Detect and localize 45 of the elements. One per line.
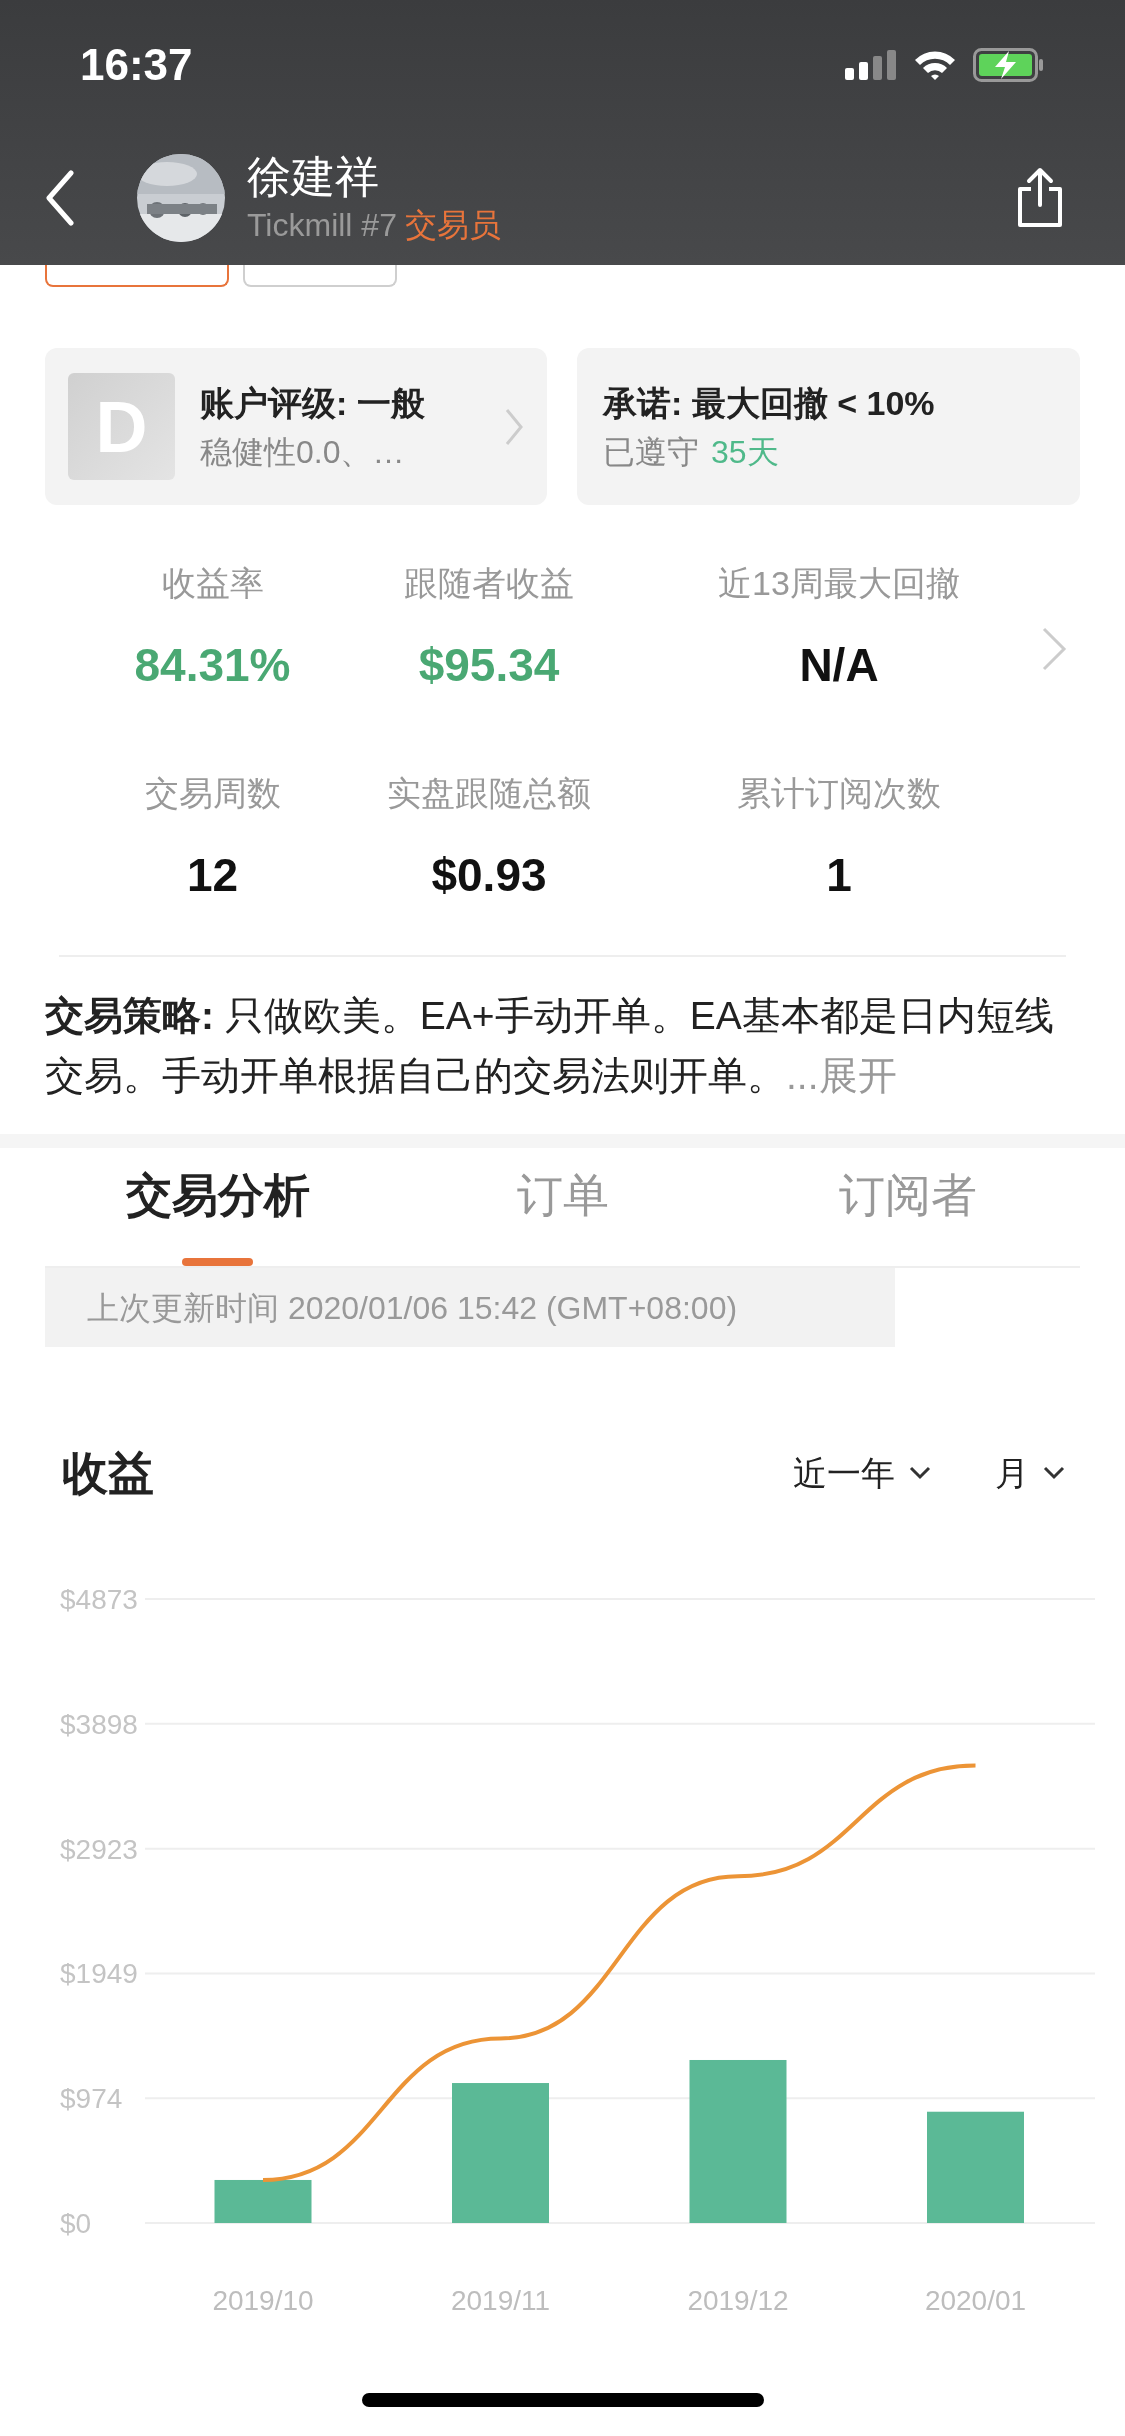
stat-label: 近13周最大回撤 <box>718 563 960 604</box>
chevron-down-icon <box>909 1466 931 1480</box>
stat-label: 收益率 <box>161 563 264 604</box>
axis-label: $3898 <box>60 1708 138 1740</box>
role-label: 交易员 <box>404 205 501 245</box>
rating-title: 账户评级: 一般 <box>200 382 426 424</box>
stat-value: N/A <box>799 638 879 693</box>
stat-label: 跟随者收益 <box>404 563 574 604</box>
chevron-right-icon <box>504 406 524 447</box>
update-time-bar: 上次更新时间 2020/01/06 15:42 (GMT+08:00) <box>45 1268 895 1347</box>
trader-name: 徐建祥 <box>247 150 380 203</box>
axis-label: 2019/10 <box>212 2285 314 2316</box>
promise-days: 35天 <box>711 427 779 476</box>
stat-label: 实盘跟随总额 <box>387 773 591 814</box>
rating-subtitle: 稳健性0.0、… <box>200 432 406 472</box>
axis-label: $1949 <box>60 1958 138 1990</box>
axis-label: 2019/12 <box>687 2285 789 2316</box>
stat-value: 1 <box>826 848 852 903</box>
axis-label: 2020/01 <box>924 2285 1027 2316</box>
share-icon[interactable] <box>1015 166 1065 229</box>
strategy-text: 交易策略: 只做欧美。EA+手动开单。EA基本都是日内短线交易。手动开单根据自己的交易法则开单。...展开 <box>45 993 1055 1099</box>
axis-label: $974 <box>60 2083 123 2115</box>
wifi-icon <box>913 49 957 81</box>
axis-label: 2019/11 <box>450 2285 551 2316</box>
axis-label: $4873 <box>60 1584 138 1615</box>
stat-label: 累计订阅次数 <box>737 773 941 814</box>
signal-icon <box>845 50 897 80</box>
promise-status: 已遵守 <box>603 432 699 472</box>
chevron-down-icon <box>1043 1466 1065 1480</box>
broker-rank: Tickmill #7 <box>247 205 397 245</box>
filter-dropdown[interactable]: 近一年 <box>793 1447 931 1499</box>
axis-label: $0 <box>60 2208 92 2239</box>
filter-dropdown[interactable]: 月 <box>995 1447 1065 1499</box>
stat-value: $95.34 <box>418 638 560 693</box>
axis-label: $2923 <box>60 1833 138 1865</box>
stat-value: $0.93 <box>431 848 547 903</box>
status-time: 16:37 <box>80 39 193 91</box>
back-icon[interactable] <box>45 169 75 226</box>
stat-label: 交易周数 <box>144 773 281 814</box>
stat-value: 12 <box>186 848 239 903</box>
stat-value: 84.31% <box>134 638 291 693</box>
earnings-title: 收益 <box>62 1445 154 1501</box>
battery-charging-icon <box>973 48 1045 82</box>
tab[interactable]: 交易分析 <box>45 1148 390 1266</box>
promise-title: 承诺: 最大回撤 < 10% <box>603 382 936 424</box>
